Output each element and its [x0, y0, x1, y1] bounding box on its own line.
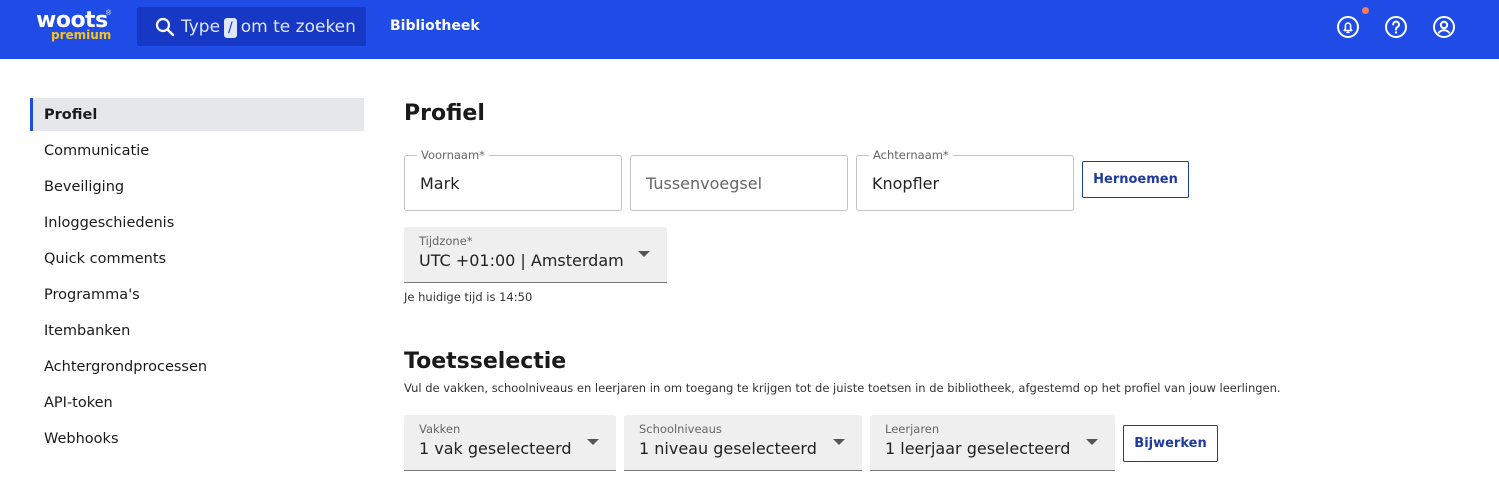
sidebar-item-itembanken[interactable]: Itembanken — [30, 314, 364, 350]
timezone-label: Tijdzone* — [419, 234, 473, 248]
search-placeholder: Type / om te zoeken — [181, 17, 356, 38]
search-icon — [155, 17, 175, 37]
sidebar-item-quick-comments[interactable]: Quick comments — [30, 242, 364, 278]
last-name-field[interactable]: Achternaam* Knopfler — [856, 148, 1074, 211]
sidebar-item-beveiliging[interactable]: Beveiliging — [30, 170, 364, 206]
nav-library-link[interactable]: Bibliotheek — [390, 18, 480, 34]
subjects-value: 1 vak geselecteerd — [419, 439, 572, 458]
chevron-down-icon — [1086, 439, 1098, 445]
sidebar-item-profiel[interactable]: Profiel — [30, 98, 364, 131]
last-name-label: Achternaam* — [869, 148, 953, 162]
settings-sidebar: Profiel Communicatie Beveiliging Inlogge… — [30, 98, 364, 458]
bell-icon[interactable] — [1336, 15, 1360, 39]
help-icon[interactable] — [1384, 15, 1408, 39]
test-selection-description: Vul de vakken, schoolniveaus en leerjare… — [404, 381, 1281, 395]
profile-title: Profiel — [404, 101, 485, 126]
first-name-value: Mark — [420, 174, 460, 193]
infix-field[interactable]: Tussenvoegsel — [630, 155, 848, 211]
subjects-select[interactable]: Vakken 1 vak geselecteerd — [404, 415, 616, 471]
current-time-hint: Je huidige tijd is 14:50 — [404, 290, 533, 304]
sidebar-item-webhooks[interactable]: Webhooks — [30, 422, 364, 458]
school-levels-label: Schoolniveaus — [639, 422, 722, 436]
timezone-select[interactable]: Tijdzone* UTC +01:00 | Amsterdam — [404, 227, 667, 283]
update-button[interactable]: Bijwerken — [1123, 425, 1218, 462]
woots-logo[interactable]: woots ® premium — [36, 8, 116, 48]
chevron-down-icon — [638, 251, 650, 257]
school-years-value: 1 leerjaar geselecteerd — [885, 439, 1071, 458]
school-levels-select[interactable]: Schoolniveaus 1 niveau geselecteerd — [624, 415, 862, 471]
search-shortcut-key: / — [224, 18, 237, 38]
top-navigation-bar: woots ® premium Type / om te zoeken Biblio… — [0, 0, 1499, 59]
rename-button[interactable]: Hernoemen — [1082, 161, 1189, 198]
sidebar-item-api-token[interactable]: API-token — [30, 386, 364, 422]
chevron-down-icon — [587, 439, 599, 445]
last-name-value: Knopfler — [872, 174, 940, 193]
search-input[interactable]: Type / om te zoeken — [137, 7, 366, 46]
sidebar-item-inloggeschiedenis[interactable]: Inloggeschiedenis — [30, 206, 364, 242]
logo-subtitle: premium — [51, 28, 112, 42]
notification-dot — [1362, 7, 1369, 14]
sidebar-item-achtergrondprocessen[interactable]: Achtergrondprocessen — [30, 350, 364, 386]
school-levels-value: 1 niveau geselecteerd — [639, 439, 817, 458]
logo-trademark: ® — [106, 10, 112, 17]
first-name-label: Voornaam* — [417, 148, 489, 162]
account-icon[interactable] — [1432, 15, 1456, 39]
sidebar-item-communicatie[interactable]: Communicatie — [30, 134, 364, 170]
timezone-value: UTC +01:00 | Amsterdam — [419, 251, 624, 270]
subjects-label: Vakken — [419, 422, 461, 436]
school-years-select[interactable]: Leerjaren 1 leerjaar geselecteerd — [870, 415, 1115, 471]
first-name-field[interactable]: Voornaam* Mark — [404, 148, 622, 211]
infix-placeholder: Tussenvoegsel — [646, 174, 763, 193]
chevron-down-icon — [833, 439, 845, 445]
test-selection-title: Toetsselectie — [404, 349, 567, 374]
sidebar-item-programmas[interactable]: Programma's — [30, 278, 364, 314]
school-years-label: Leerjaren — [885, 422, 940, 436]
